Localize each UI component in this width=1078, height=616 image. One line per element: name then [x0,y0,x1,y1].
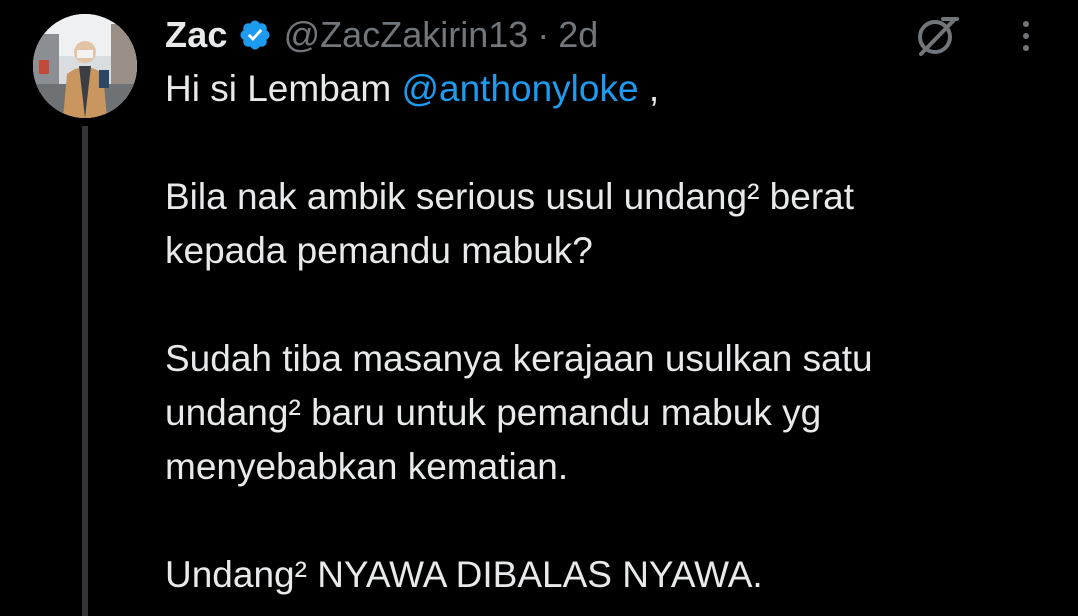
grok-icon[interactable] [913,13,961,59]
tweet-text-segment: , [638,68,660,109]
tweet-line: Bila nak ambik serious usul undang² bera… [165,176,854,217]
tweet[interactable]: Zac @ZacZakirin13 · 2d Hi si Lembam @ant… [0,0,1078,616]
display-name[interactable]: Zac [165,14,228,56]
tweet-line: Sudah tiba masanya kerajaan usulkan satu [165,338,873,379]
avatar-photo [33,14,137,118]
tweet-line: Hi si Lembam @anthonyloke , [165,62,1045,116]
verified-badge-icon [238,18,272,52]
timestamp[interactable]: 2d [558,14,598,56]
tweet-line: Undang² NYAWA DIBALAS NYAWA. [165,554,763,595]
tweet-text: Hi si Lembam @anthonyloke , Bila nak amb… [165,62,1045,602]
tweet-line: kepada pemandu mabuk? [165,230,593,271]
mention-link[interactable]: @anthonyloke [401,68,638,109]
user-handle[interactable]: @ZacZakirin13 [284,14,529,56]
tweet-text-segment: Hi si Lembam [165,68,402,109]
separator-dot: · [537,14,550,55]
tweet-line: undang² baru untuk pemandu mabuk yg [165,392,822,433]
tweet-line: menyebabkan kematian. [165,446,569,487]
tweet-header: Zac @ZacZakirin13 · 2d [165,12,598,58]
avatar[interactable] [33,14,137,118]
more-vertical-icon[interactable] [1016,16,1036,56]
thread-connector-line [82,126,88,616]
